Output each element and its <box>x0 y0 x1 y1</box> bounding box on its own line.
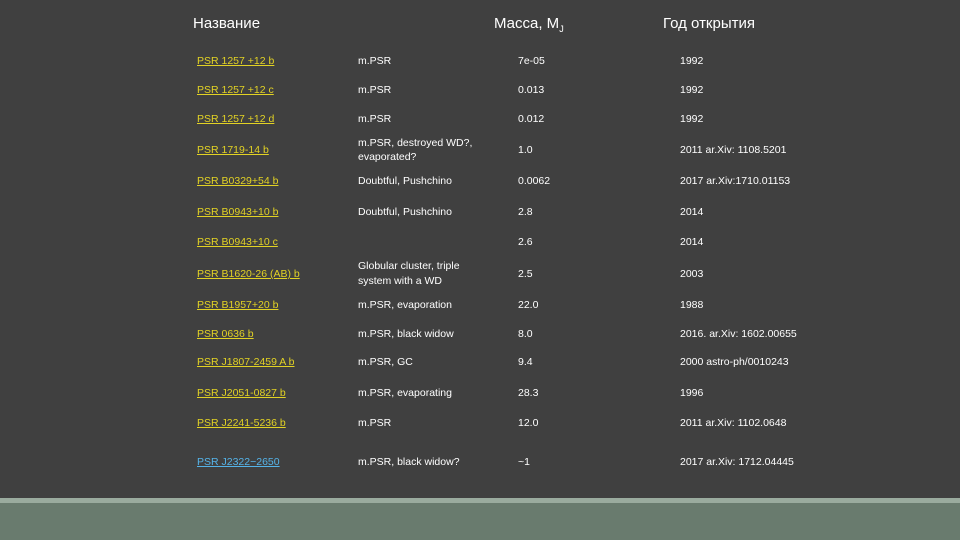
planet-link[interactable]: PSR B1620-26 (AB) b <box>197 268 300 280</box>
planet-year: 1992 <box>680 55 704 67</box>
planet-type: m.PSR, evaporating <box>358 387 452 399</box>
planet-year: 2011 ar.Xiv: 1108.5201 <box>680 144 787 156</box>
planet-type: m.PSR <box>358 84 392 96</box>
planet-link[interactable]: PSR 1257 +12 c <box>197 84 274 96</box>
planet-mass: 7e-05 <box>518 55 545 67</box>
column-header-mass: Масса, MJ <box>494 15 564 34</box>
planet-link[interactable]: PSR J2241-5236 b <box>197 417 286 429</box>
planet-year: 2017 ar.Xiv:1710.01153 <box>680 175 791 187</box>
planet-link[interactable]: PSR 0636 b <box>197 328 254 340</box>
planet-type: m.PSR, black widow <box>358 328 454 340</box>
planet-year: 2017 ar.Xiv: 1712.04445 <box>680 456 794 468</box>
slide-footer <box>0 503 960 540</box>
planet-link[interactable]: PSR 1719-14 b <box>197 144 269 156</box>
planet-mass: 2.8 <box>518 206 533 218</box>
planet-mass: ~1 <box>518 456 530 468</box>
planet-year: 1996 <box>680 387 704 399</box>
planet-type: m.PSR <box>358 417 392 429</box>
planet-mass: 2.5 <box>518 268 533 280</box>
planet-year: 2014 <box>680 236 704 248</box>
planet-link[interactable]: PSR B0943+10 c <box>197 236 278 248</box>
planet-mass: 2.6 <box>518 236 533 248</box>
planet-type: m.PSR, GC <box>358 356 413 368</box>
planet-year: 2003 <box>680 268 704 280</box>
planet-link[interactable]: PSR 1257 +12 b <box>197 55 274 67</box>
planet-type: m.PSR <box>358 113 392 125</box>
planet-year: 1988 <box>680 299 704 311</box>
planet-link[interactable]: PSR J1807-2459 A b <box>197 356 295 368</box>
planet-link[interactable]: PSR J2051-0827 b <box>197 387 286 399</box>
planet-mass: 0.012 <box>518 113 545 125</box>
planet-link[interactable]: PSR J2322−2650 <box>197 456 280 468</box>
planet-link[interactable]: PSR B0329+54 b <box>197 175 278 187</box>
planet-mass: 0.013 <box>518 84 545 96</box>
planet-link[interactable]: PSR B1957+20 b <box>197 299 278 311</box>
planet-mass: 22.0 <box>518 299 539 311</box>
planet-mass: 0.0062 <box>518 175 551 187</box>
planet-year: 2011 ar.Xiv: 1102.0648 <box>680 417 787 429</box>
planet-mass: 1.0 <box>518 144 533 156</box>
column-header-year: Год открытия <box>663 15 755 32</box>
planet-year: 1992 <box>680 84 704 96</box>
planet-type: Doubtful, Pushchino <box>358 175 452 187</box>
planet-type: m.PSR, black widow? <box>358 456 460 468</box>
planet-year: 1992 <box>680 113 704 125</box>
planet-mass: 9.4 <box>518 356 533 368</box>
planet-year: 2000 astro-ph/0010243 <box>680 356 789 368</box>
planet-type: m.PSR, evaporation <box>358 299 452 311</box>
planet-mass: 8.0 <box>518 328 533 340</box>
slide: Название Масса, MJ Год открытия PSR 1257… <box>0 0 960 498</box>
planet-mass: 28.3 <box>518 387 539 399</box>
planet-link[interactable]: PSR 1257 +12 d <box>197 113 274 125</box>
planet-link[interactable]: PSR B0943+10 b <box>197 206 278 218</box>
planet-type: Doubtful, Pushchino <box>358 206 452 218</box>
planet-year: 2016. ar.Xiv: 1602.00655 <box>680 328 797 340</box>
planet-type: m.PSR, destroyed WD?, evaporated? <box>358 137 473 163</box>
planet-type: Globular cluster, triple system with a W… <box>358 260 460 287</box>
planet-year: 2014 <box>680 206 704 218</box>
column-header-name: Название <box>193 15 261 32</box>
planet-mass: 12.0 <box>518 417 539 429</box>
planet-type: m.PSR <box>358 55 392 67</box>
